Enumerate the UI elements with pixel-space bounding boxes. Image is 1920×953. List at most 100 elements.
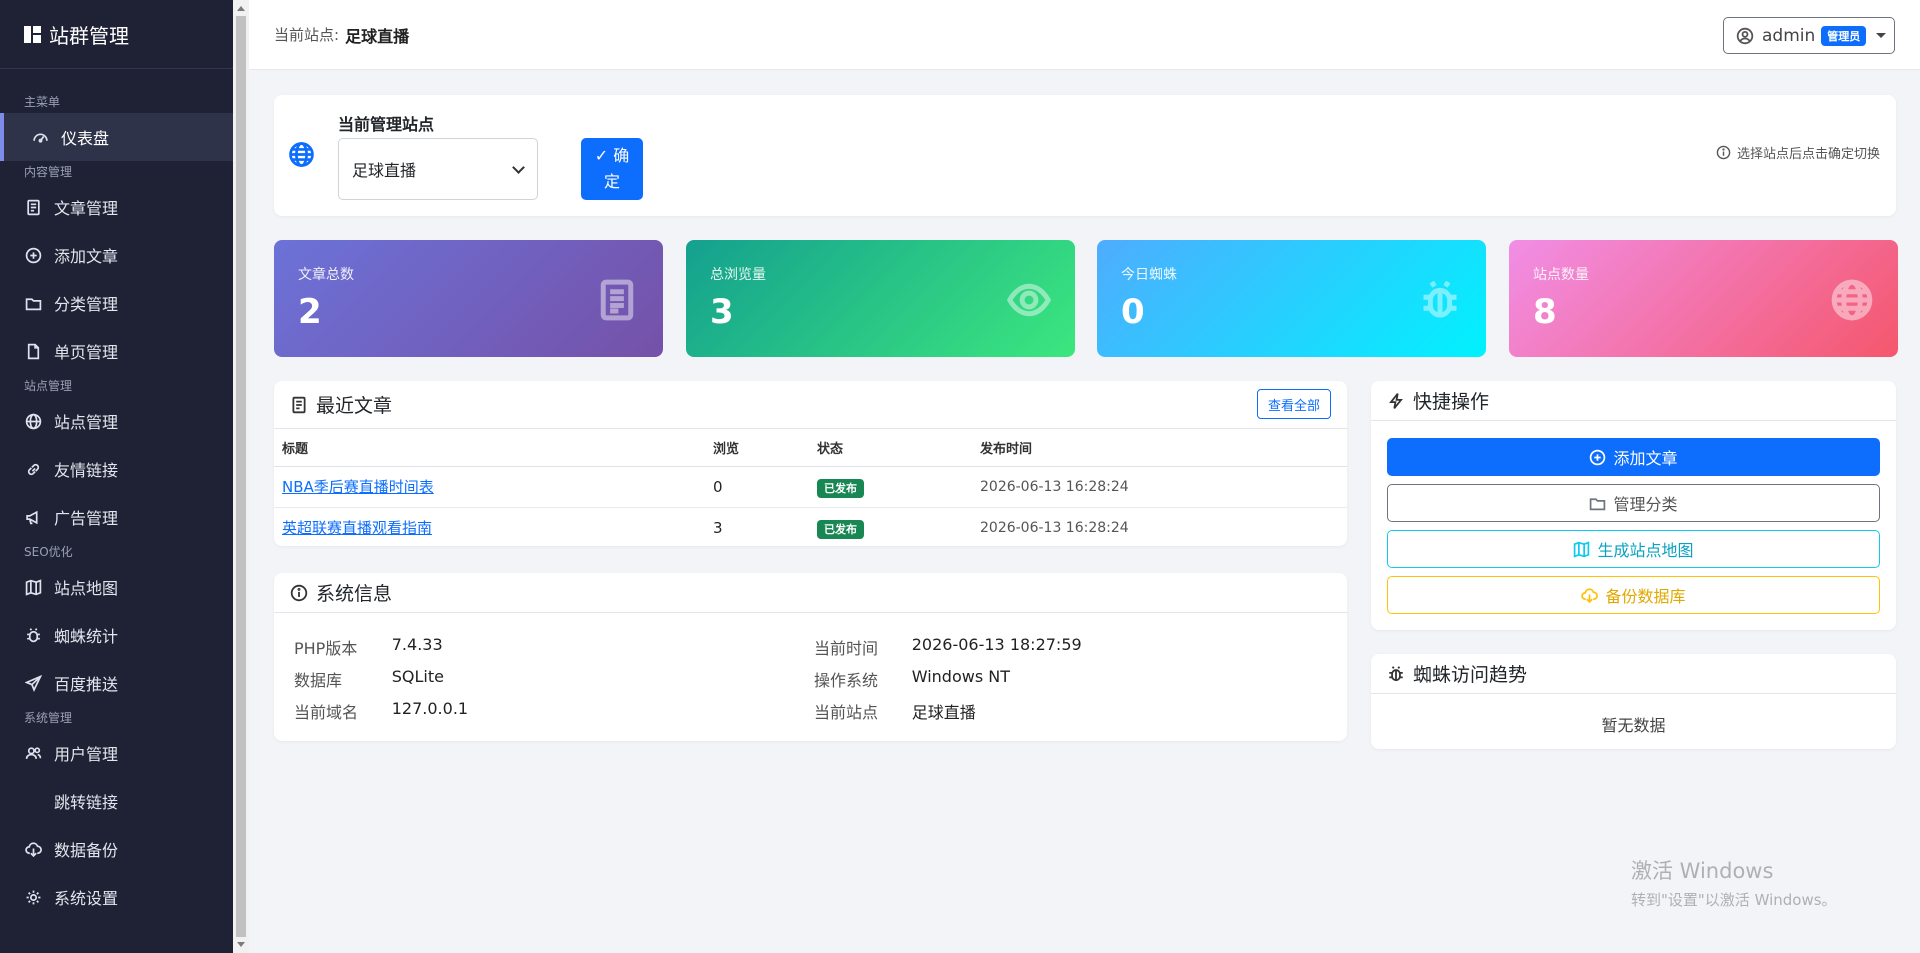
site-label: 当前站点 (814, 703, 879, 722)
php-label: PHP版本 (294, 639, 358, 658)
manage-categories-button[interactable]: 管理分类 (1387, 484, 1880, 522)
table-row: 英超联赛直播观看指南 3 已发布 2026-06-13 16:28:24 (274, 507, 1347, 546)
map-icon (1574, 540, 1590, 558)
time-value: 2026-06-13 18:27:59 (911, 635, 1082, 654)
sidebar-item-sitemap[interactable]: 站点地图 (0, 563, 233, 611)
confirm-button[interactable]: ✓ 确 定 (581, 138, 643, 200)
stat-value: 3 (710, 292, 734, 332)
sidebar-item-label: 数据备份 (54, 841, 119, 860)
sidebar-item-label: 站点地图 (54, 579, 119, 598)
sidebar-item-redirect[interactable]: 跳转链接 (0, 777, 233, 825)
caret-down-icon (1876, 33, 1887, 38)
sidebar-item-label: 跳转链接 (54, 793, 119, 812)
confirm-label-2: 定 (603, 172, 620, 191)
db-label: 数据库 (294, 671, 343, 690)
link-icon (24, 460, 42, 478)
stat-label: 总浏览量 (710, 267, 766, 283)
sidebar-item-label: 文章管理 (54, 199, 119, 218)
sidebar-item-label: 单页管理 (54, 343, 119, 362)
no-data-text: 暂无数据 (1601, 716, 1666, 735)
col-views: 浏览 (705, 429, 809, 467)
sidebar-item-label: 友情链接 (54, 461, 119, 480)
sidebar-item-pages[interactable]: 单页管理 (0, 327, 233, 375)
cloud-download-icon (24, 840, 42, 858)
time-label: 当前时间 (814, 639, 879, 658)
document-icon (595, 278, 639, 322)
globe-icon (24, 412, 42, 430)
table-row: NBA季后赛直播时间表 0 已发布 2026-06-13 16:28:24 (274, 466, 1347, 508)
sidebar-scrollbar[interactable] (233, 0, 249, 953)
article-link[interactable]: NBA季后赛直播时间表 (282, 478, 434, 496)
info-icon (1716, 145, 1731, 160)
sidebar-item-baidu[interactable]: 百度推送 (0, 659, 233, 707)
site-value: 足球直播 (911, 703, 976, 722)
quick-actions-card: 快捷操作 添加文章 管理分类 生成站点地图 备份数据库 (1371, 381, 1896, 630)
article-views: 0 (705, 466, 809, 508)
system-info-header: 系统信息 (274, 573, 1347, 613)
send-icon (24, 674, 42, 692)
site-select-value: 足球直播 (352, 161, 417, 180)
sidebar-item-sites[interactable]: 站点管理 (0, 397, 233, 445)
view-all-button[interactable]: 查看全部 (1257, 389, 1331, 419)
sidebar-item-backup[interactable]: 数据备份 (0, 825, 233, 873)
section-site: 站点管理 (24, 379, 73, 393)
gear-icon (24, 888, 42, 906)
card-title: 最近文章 (316, 395, 393, 417)
domain-label: 当前域名 (294, 703, 359, 722)
quick-actions-header: 快捷操作 (1371, 381, 1896, 421)
os-label: 操作系统 (814, 671, 879, 690)
backup-database-button[interactable]: 备份数据库 (1387, 576, 1880, 614)
current-site-name: 足球直播 (345, 26, 410, 46)
chevron-down-icon (512, 161, 525, 174)
sidebar-item-ads[interactable]: 广告管理 (0, 493, 233, 541)
bug-icon (24, 626, 42, 644)
sidebar-item-dashboard[interactable]: 仪表盘 (0, 113, 233, 161)
sidebar-item-spider[interactable]: 蜘蛛统计 (0, 611, 233, 659)
domain-value: 127.0.0.1 (391, 699, 469, 718)
file-icon (24, 342, 42, 360)
status-badge: 已发布 (817, 478, 864, 498)
brand[interactable]: 站群管理 (0, 0, 233, 69)
db-value: SQLite (391, 667, 444, 686)
sidebar-item-label: 系统设置 (54, 889, 119, 908)
sidebar: 站群管理 主菜单 仪表盘 内容管理 文章管理 添加文章 分类管理 单页管理 站点… (0, 0, 233, 953)
sidebar-item-settings[interactable]: 系统设置 (0, 873, 233, 921)
sidebar-item-users[interactable]: 用户管理 (0, 729, 233, 777)
windows-activation-watermark: 激活 Windows 转到"设置"以激活 Windows。 (1631, 855, 1837, 910)
col-time: 发布时间 (972, 429, 1347, 467)
sidebar-item-links[interactable]: 友情链接 (0, 445, 233, 493)
stat-card-articles: 文章总数 2 (274, 240, 663, 357)
stat-label: 文章总数 (298, 267, 354, 283)
col-status: 状态 (809, 429, 972, 467)
scroll-down-icon[interactable] (237, 942, 245, 947)
section-content: 内容管理 (24, 165, 73, 179)
col-title: 标题 (274, 429, 705, 467)
article-views: 3 (705, 507, 809, 546)
scrollbar-thumb[interactable] (236, 16, 246, 937)
stat-value: 8 (1533, 292, 1557, 332)
watermark-line-2: 转到"设置"以激活 Windows。 (1631, 891, 1837, 909)
info-icon (290, 584, 308, 601)
site-select[interactable]: 足球直播 (338, 138, 538, 200)
plus-circle-icon (24, 246, 42, 264)
article-link[interactable]: 英超联赛直播观看指南 (282, 519, 432, 537)
card-title: 蜘蛛访问趋势 (1413, 664, 1528, 686)
scroll-up-icon[interactable] (237, 6, 245, 11)
sidebar-item-articles[interactable]: 文章管理 (0, 183, 233, 231)
map-icon (24, 578, 42, 596)
generate-sitemap-button[interactable]: 生成站点地图 (1387, 530, 1880, 568)
document-icon (292, 396, 306, 413)
cloud-download-icon (1581, 587, 1599, 603)
stat-label: 站点数量 (1533, 267, 1589, 283)
user-circle-icon (1736, 27, 1754, 44)
sidebar-item-categories[interactable]: 分类管理 (0, 279, 233, 327)
sidebar-item-label: 用户管理 (54, 745, 119, 764)
dashboard-logo-icon (24, 25, 41, 43)
recent-articles-header: 最近文章 查看全部 (274, 381, 1347, 429)
user-menu-button[interactable]: admin 管理员 (1723, 17, 1895, 54)
os-value: Windows NT (911, 667, 1010, 686)
current-site-label: 当前站点: (274, 26, 340, 44)
stat-value: 0 (1121, 292, 1145, 332)
sidebar-item-add-article[interactable]: 添加文章 (0, 231, 233, 279)
add-article-button[interactable]: 添加文章 (1387, 438, 1880, 476)
